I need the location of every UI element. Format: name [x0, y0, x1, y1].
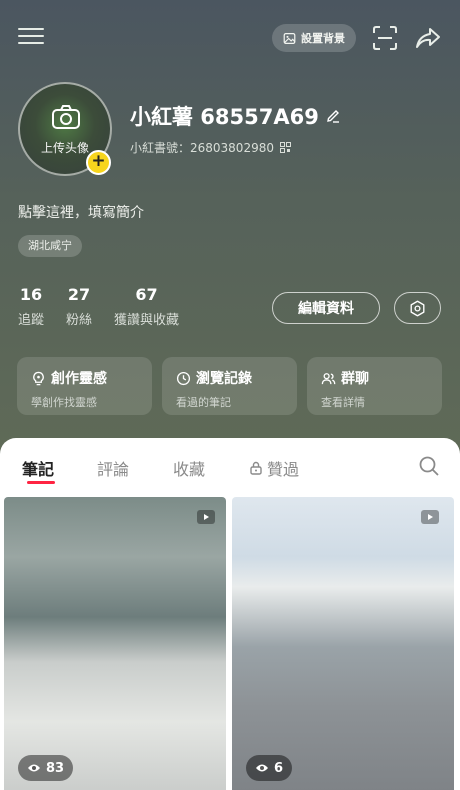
search-icon[interactable]	[418, 455, 440, 477]
content-tabs: 筆記 評論 收藏 贊過	[0, 438, 460, 494]
clock-icon	[176, 371, 191, 385]
stat-following-label: 追蹤	[18, 313, 45, 328]
share-icon[interactable]	[414, 24, 442, 52]
card-subtitle: 學創作找靈感	[31, 396, 97, 409]
stat-likes-label: 獲讚與收藏	[114, 313, 180, 328]
tab-liked[interactable]: 贊過	[249, 456, 299, 480]
set-background-label: 設置背景	[301, 32, 345, 45]
username-text: 小紅薯 68557A69	[130, 105, 319, 129]
eye-icon	[256, 764, 268, 772]
profile-stats: 16 追蹤 27 粉絲 67 獲讚與收藏	[18, 285, 201, 328]
edit-profile-button[interactable]: 編輯資料	[272, 292, 380, 324]
card-title: 瀏覽記錄	[196, 371, 252, 387]
note-card[interactable]: 6	[232, 497, 454, 790]
tab-label: 筆記	[22, 460, 55, 479]
settings-button[interactable]	[394, 292, 441, 324]
card-group-chat[interactable]: 群聊 查看詳情	[307, 357, 442, 415]
tab-active-indicator	[27, 481, 55, 484]
tab-collections[interactable]: 收藏	[173, 456, 205, 480]
view-count: 83	[18, 755, 74, 781]
video-play-icon	[421, 510, 439, 524]
tab-notes[interactable]: 筆記	[22, 456, 54, 480]
view-count-value: 6	[274, 760, 284, 776]
card-creative-inspiration[interactable]: 創作靈感 學創作找靈感	[17, 357, 152, 415]
add-avatar-button[interactable]: +	[86, 150, 111, 175]
card-title: 創作靈感	[51, 371, 107, 387]
tab-label: 評論	[97, 460, 130, 479]
qr-code-icon[interactable]	[279, 142, 291, 153]
video-play-icon	[197, 510, 215, 524]
stat-likes-value: 67	[135, 285, 158, 304]
tab-comments[interactable]: 評論	[97, 456, 129, 480]
image-icon	[283, 32, 296, 44]
stat-followers[interactable]: 27 粉絲	[66, 285, 92, 328]
scan-icon[interactable]	[371, 24, 399, 52]
group-icon	[321, 372, 336, 384]
location-tag: 湖北咸宁	[18, 235, 82, 257]
edit-profile-label: 編輯資料	[298, 301, 354, 317]
quick-cards: 創作靈感 學創作找靈感 瀏覽記錄 看過的筆記 群聊 查看詳情	[17, 357, 442, 415]
view-count: 6	[246, 755, 293, 781]
bulb-icon	[33, 371, 44, 385]
stat-followers-value: 27	[67, 285, 91, 304]
stat-followers-label: 粉絲	[66, 313, 93, 328]
notes-sheet: 筆記 評論 收藏 贊過 83 6	[0, 438, 460, 790]
view-count-value: 83	[46, 760, 65, 776]
bio-placeholder[interactable]: 點擊這裡，填寫簡介	[18, 202, 144, 222]
stat-following[interactable]: 16 追蹤	[18, 285, 44, 328]
user-id: 小紅書號：26803802980	[130, 139, 291, 156]
user-id-text: 小紅書號：26803802980	[130, 141, 274, 155]
card-subtitle: 查看詳情	[321, 396, 365, 409]
card-subtitle: 看過的筆記	[176, 396, 231, 409]
username: 小紅薯 68557A69	[130, 101, 341, 131]
stat-likes-collections[interactable]: 67 獲讚與收藏	[114, 285, 179, 328]
card-title: 群聊	[341, 371, 369, 387]
edit-pencil-icon[interactable]	[325, 108, 341, 124]
eye-icon	[28, 764, 40, 772]
avatar[interactable]: 上传头像 +	[18, 82, 112, 176]
lock-icon	[250, 461, 262, 475]
card-browsing-history[interactable]: 瀏覽記錄 看過的筆記	[162, 357, 297, 415]
gear-icon	[410, 300, 425, 316]
stat-following-value: 16	[19, 285, 43, 304]
note-card[interactable]: 83	[4, 497, 226, 790]
tab-label: 收藏	[173, 460, 206, 479]
set-background-button[interactable]: 設置背景	[272, 24, 356, 52]
camera-icon	[52, 105, 80, 129]
menu-icon[interactable]	[18, 24, 44, 48]
tab-label: 贊過	[267, 460, 300, 479]
top-bar: 設置背景	[0, 20, 460, 56]
